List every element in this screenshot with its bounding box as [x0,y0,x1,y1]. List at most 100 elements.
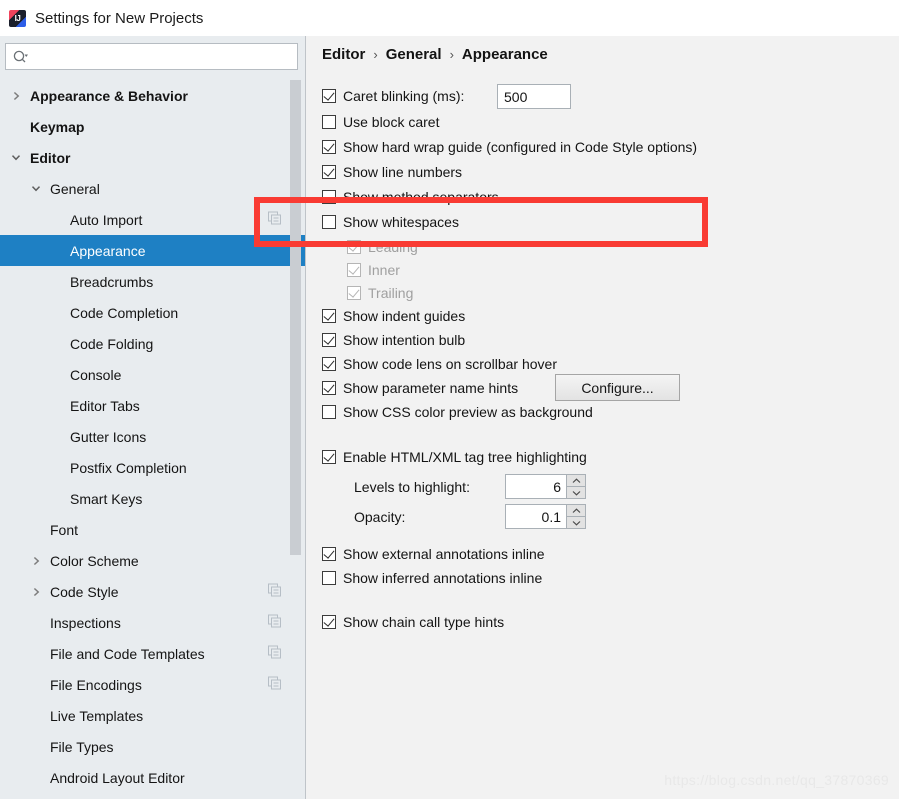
configure-button[interactable]: Configure... [555,374,680,401]
checkbox-show-hard-wrap-guide-configured-in-code-style-options[interactable] [322,140,336,154]
checkbox-show-intention-bulb[interactable] [322,333,336,347]
sidebar-item-label: Smart Keys [70,490,143,507]
sidebar-item-editor[interactable]: Editor [0,142,306,173]
checkbox-show-css-color-preview-as-background[interactable] [322,405,336,419]
checkbox-show-code-lens-on-scrollbar-hover[interactable] [322,357,336,371]
levels-to-highlight-input[interactable] [505,474,567,499]
checkbox-show-method-separators[interactable] [322,190,336,204]
opacity-input[interactable] [505,504,567,529]
option-show-intention-bulb[interactable]: Show intention bulb [322,332,465,348]
sidebar-item-inspections[interactable]: Inspections [0,607,306,638]
chevron-down-icon[interactable] [28,184,44,193]
copy-settings-icon[interactable] [268,614,282,631]
option-use-block-caret[interactable]: Use block caret [322,114,439,130]
sidebar-item-label: Color Scheme [50,552,139,569]
option-show-hard-wrap-guide-configured-in-code-style-options[interactable]: Show hard wrap guide (configured in Code… [322,139,697,155]
spinner-up-icon[interactable] [567,474,586,486]
sidebar-item-code-style[interactable]: Code Style [0,576,306,607]
chevron-right-icon[interactable] [28,587,44,597]
sidebar-item-color-scheme[interactable]: Color Scheme [0,545,306,576]
sidebar-item-editor-tabs[interactable]: Editor Tabs [0,390,306,421]
sidebar-item-file-encodings[interactable]: File Encodings [0,669,306,700]
window-titlebar: IJ Settings for New Projects [0,0,899,36]
copy-settings-icon[interactable] [268,645,282,662]
sidebar-item-font[interactable]: Font [0,514,306,545]
sidebar-item-appearance[interactable]: Appearance [0,235,306,266]
breadcrumb-item-editor[interactable]: Editor [322,46,365,63]
sidebar-item-live-templates[interactable]: Live Templates [0,700,306,731]
sidebar-item-appearance-behavior[interactable]: Appearance & Behavior [0,80,306,111]
option-show-parameter-name-hints[interactable]: Show parameter name hints [322,380,518,396]
spinner-down-icon[interactable] [567,486,586,499]
option-show-external-annotations-inline[interactable]: Show external annotations inline [322,546,545,562]
breadcrumb-item-appearance: Appearance [461,46,548,63]
sidebar-item-label: Appearance & Behavior [30,87,188,104]
sidebar-item-label: Code Folding [70,335,154,352]
spinner-up-icon[interactable] [567,504,586,516]
copy-settings-icon[interactable] [268,583,282,600]
checkbox-show-whitespaces[interactable] [322,215,336,229]
sidebar-item-auto-import[interactable]: Auto Import [0,204,306,235]
checkbox-show-parameter-name-hints[interactable] [322,381,336,395]
search-input[interactable] [33,48,297,65]
levels-to-highlight-spinner[interactable] [505,474,586,499]
option-show-whitespaces[interactable]: Show whitespaces [322,214,459,230]
settings-content-panel: Editor › General › Appearance Caret blin… [306,36,899,799]
option-show-indent-guides[interactable]: Show indent guides [322,308,465,324]
checkbox-show-chain-call-type-hints[interactable] [322,615,336,629]
checkbox-use-block-caret[interactable] [322,115,336,129]
sidebar-item-label: Code Completion [70,304,179,321]
option-show-inferred-annotations-inline[interactable]: Show inferred annotations inline [322,570,542,586]
sidebar-scrollbar-track[interactable] [290,80,301,799]
option-show-css-color-preview-as-background[interactable]: Show CSS color preview as background [322,404,593,420]
copy-settings-icon[interactable] [268,211,282,228]
checkbox-show-external-annotations-inline[interactable] [322,547,336,561]
option-show-line-numbers[interactable]: Show line numbers [322,164,462,180]
sidebar-item-file-types[interactable]: File Types [0,731,306,762]
checkbox-enable-tag-tree-highlighting[interactable] [322,450,336,464]
sidebar-item-postfix-completion[interactable]: Postfix Completion [0,452,306,483]
sidebar-item-breadcrumbs[interactable]: Breadcrumbs [0,266,306,297]
chevron-down-icon[interactable] [8,153,24,162]
sidebar-item-android-layout-editor[interactable]: Android Layout Editor [0,762,306,793]
sidebar-item-code-folding[interactable]: Code Folding [0,328,306,359]
sidebar-item-keymap[interactable]: Keymap [0,111,306,142]
breadcrumb-item-general[interactable]: General [386,46,442,63]
chevron-right-icon: › [373,47,378,62]
checkbox-caret-blinking[interactable] [322,89,336,103]
sidebar-item-general[interactable]: General [0,173,306,204]
search-box[interactable] [5,43,298,70]
sidebar-item-label: General [50,180,100,197]
option-label: Show whitespaces [343,214,459,230]
option-show-code-lens-on-scrollbar-hover[interactable]: Show code lens on scrollbar hover [322,356,557,372]
window-title: Settings for New Projects [35,9,204,27]
option-caret-blinking[interactable]: Caret blinking (ms): [322,88,464,104]
option-show-method-separators[interactable]: Show method separators [322,189,499,205]
chevron-right-icon[interactable] [8,91,24,101]
sidebar-item-console[interactable]: Console [0,359,306,390]
option-label: Leading [368,239,418,255]
option-label: Show indent guides [343,308,466,324]
option-label: Show external annotations inline [343,546,545,562]
caret-blinking-input[interactable] [497,84,571,109]
checkbox-show-indent-guides[interactable] [322,309,336,323]
chevron-right-icon[interactable] [28,556,44,566]
sidebar-item-smart-keys[interactable]: Smart Keys [0,483,306,514]
sidebar-item-gutter-icons[interactable]: Gutter Icons [0,421,306,452]
sidebar-item-label: Auto Import [70,211,143,228]
sidebar-scrollbar-thumb[interactable] [290,80,301,555]
checkbox-show-inferred-annotations-inline[interactable] [322,571,336,585]
spinner-down-icon[interactable] [567,516,586,529]
settings-sidebar: Appearance & Behavior Keymap Editor General… [0,36,306,799]
option-show-chain-call-type-hints[interactable]: Show chain call type hints [322,614,504,630]
sidebar-item-file-and-code-templates[interactable]: File and Code Templates [0,638,306,669]
sidebar-item-label: Keymap [30,118,85,135]
opacity-spinner[interactable] [505,504,586,529]
sidebar-item-code-completion[interactable]: Code Completion [0,297,306,328]
checkbox-show-line-numbers[interactable] [322,165,336,179]
option-enable-tag-tree-highlighting[interactable]: Enable HTML/XML tag tree highlighting [322,449,587,465]
levels-to-highlight-label: Levels to highlight: [354,479,470,495]
copy-settings-icon[interactable] [268,676,282,693]
watermark-text: https://blog.csdn.net/qq_37870369 [664,772,889,788]
option-label: Caret blinking (ms): [343,88,465,104]
